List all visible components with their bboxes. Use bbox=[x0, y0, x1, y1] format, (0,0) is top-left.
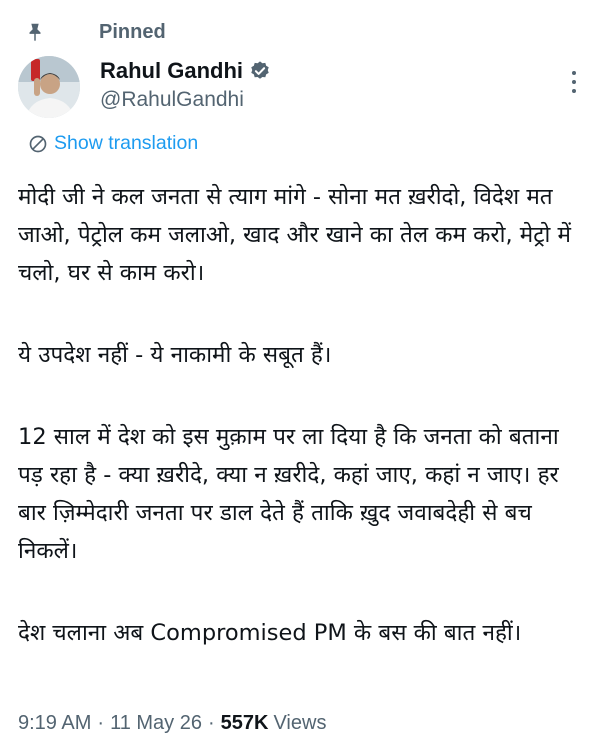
show-translation-link[interactable]: Show translation bbox=[28, 132, 198, 155]
pinned-indicator: Pinned bbox=[29, 18, 166, 46]
tweet-metadata: 9:19 AM · 11 May 26 · 557K Views bbox=[18, 712, 326, 735]
pin-icon bbox=[29, 23, 41, 42]
views-label: Views bbox=[273, 712, 327, 734]
meta-separator: · bbox=[97, 712, 105, 734]
tweet-paragraph: देश चलाना अब Compromised PM के बस की बात… bbox=[18, 620, 522, 646]
more-options-button[interactable] bbox=[562, 70, 586, 94]
tweet-text: मोदी जी ने कल जनता से त्याग मांगे - सोना… bbox=[18, 178, 588, 652]
avatar-image bbox=[18, 56, 80, 118]
more-dot-icon bbox=[572, 80, 576, 84]
tweet-paragraph: ये उपदेश नहीं - ये नाकामी के सबूत हैं। bbox=[18, 342, 332, 368]
tweet-time[interactable]: 9:19 AM bbox=[18, 712, 91, 735]
pinned-label: Pinned bbox=[99, 20, 166, 43]
show-translation-label[interactable]: Show translation bbox=[54, 132, 198, 155]
tweet-header: Rahul Gandhi @RahulGandhi bbox=[18, 56, 588, 118]
meta-separator: · bbox=[207, 712, 215, 734]
user-handle[interactable]: @RahulGandhi bbox=[100, 88, 244, 112]
tweet-paragraph: मोदी जी ने कल जनता से त्याग मांगे - सोना… bbox=[18, 184, 571, 286]
views-count[interactable]: 557K bbox=[221, 712, 269, 735]
tweet-paragraph: 12 साल में देश को इस मुक़ाम पर ला दिया ह… bbox=[18, 424, 559, 564]
display-name[interactable]: Rahul Gandhi bbox=[100, 58, 243, 84]
more-dot-icon bbox=[572, 89, 576, 93]
tweet-date[interactable]: 11 May 26 bbox=[110, 712, 202, 735]
more-dot-icon bbox=[572, 71, 576, 75]
avatar[interactable] bbox=[18, 56, 80, 118]
verified-badge-icon bbox=[251, 61, 269, 79]
globe-translate-icon bbox=[29, 135, 47, 152]
